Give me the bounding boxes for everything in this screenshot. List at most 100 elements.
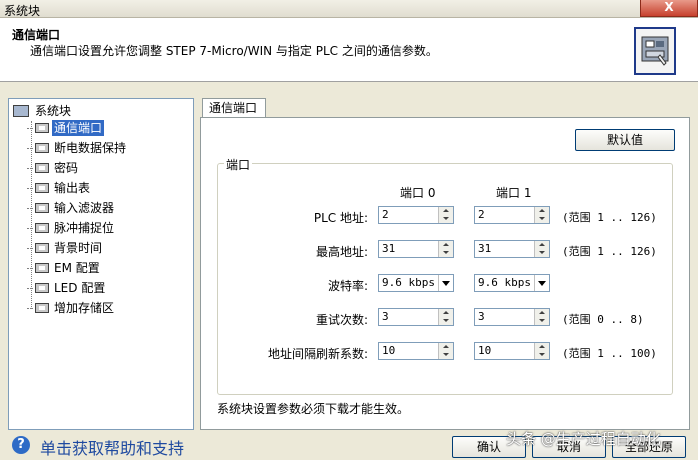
tree-dash bbox=[27, 167, 33, 169]
window-title: 系统块 bbox=[4, 4, 41, 18]
chevron-down-icon[interactable] bbox=[438, 275, 453, 291]
tree-item-label: 输出表 bbox=[54, 181, 91, 195]
tree-item-comm-port[interactable]: 通信端口 bbox=[27, 119, 105, 137]
tree-dash bbox=[27, 207, 33, 209]
tree-item-label: 脉冲捕捉位 bbox=[54, 221, 115, 235]
spin-arrows-icon[interactable] bbox=[534, 207, 549, 223]
port1-retry-count-value: 3 bbox=[478, 310, 485, 323]
port0-plc-address-value: 2 bbox=[382, 208, 389, 221]
port0-baud-rate-select[interactable]: 9.6 kbps bbox=[378, 274, 454, 292]
label-plc-address: PLC 地址: bbox=[313, 211, 368, 225]
tree-item-label: EM 配置 bbox=[54, 261, 100, 275]
tree-item-label: 密码 bbox=[54, 161, 79, 175]
range-retry-count: (范围 0 .. 8) bbox=[562, 313, 644, 326]
range-highest-address: (范围 1 .. 126) bbox=[562, 245, 657, 258]
port1-baud-rate-select[interactable]: 9.6 kbps bbox=[474, 274, 550, 292]
header-description: 通信端口设置允许您调整 STEP 7-Micro/WIN 与指定 PLC 之间的… bbox=[30, 44, 438, 58]
block-icon bbox=[35, 263, 49, 273]
port0-highest-address-stepper[interactable]: 31 bbox=[378, 240, 454, 258]
port1-highest-address-value: 31 bbox=[478, 242, 492, 255]
port0-plc-address-stepper[interactable]: 2 bbox=[378, 206, 454, 224]
port-group: 端口 端口 0 端口 1 PLC 地址: 2 2 (范围 1 .. 126) 最… bbox=[217, 156, 673, 395]
spin-arrows-icon[interactable] bbox=[438, 343, 453, 359]
tree-dash bbox=[27, 227, 33, 229]
tree-item-led-config[interactable]: LED 配置 bbox=[27, 279, 107, 297]
tree-dash bbox=[27, 127, 33, 129]
port1-highest-address-stepper[interactable]: 31 bbox=[474, 240, 550, 258]
port1-plc-address-value: 2 bbox=[478, 208, 485, 221]
system-block-tree[interactable]: 系统块 通信端口 断电数据保持 密码 输出表 输入滤波器 脉冲捕捉位 背景时间 bbox=[8, 98, 194, 430]
download-note: 系统块设置参数必须下载才能生效。 bbox=[217, 402, 410, 416]
title-bar: 系统块 X bbox=[0, 0, 698, 18]
help-link[interactable]: 单击获取帮助和支持 bbox=[40, 435, 184, 459]
tree-item-label: 输入滤波器 bbox=[54, 201, 115, 215]
spin-arrows-icon[interactable] bbox=[534, 241, 549, 257]
port0-gap-update-value: 10 bbox=[382, 344, 396, 357]
tree-item-label: 通信端口 bbox=[52, 120, 105, 136]
port0-baud-rate-value: 9.6 kbps bbox=[382, 276, 435, 289]
tab-body: 默认值 端口 端口 0 端口 1 PLC 地址: 2 2 (范围 1 .. 12… bbox=[200, 117, 690, 430]
block-icon bbox=[35, 123, 49, 133]
spin-arrows-icon[interactable] bbox=[438, 309, 453, 325]
tree-dash bbox=[27, 247, 33, 249]
col-header-port1: 端口 1 bbox=[496, 186, 532, 200]
tree-item-background-time[interactable]: 背景时间 bbox=[27, 239, 104, 257]
port1-plc-address-stepper[interactable]: 2 bbox=[474, 206, 550, 224]
tree-item-em-config[interactable]: EM 配置 bbox=[27, 259, 102, 277]
tree-dash bbox=[27, 267, 33, 269]
label-retry-count: 重试次数: bbox=[315, 313, 368, 327]
port0-gap-update-stepper[interactable]: 10 bbox=[378, 342, 454, 360]
spin-arrows-icon[interactable] bbox=[438, 207, 453, 223]
block-icon bbox=[35, 183, 49, 193]
range-plc-address: (范围 1 .. 126) bbox=[562, 211, 657, 224]
plc-comm-icon bbox=[634, 27, 676, 75]
port0-highest-address-value: 31 bbox=[382, 242, 396, 255]
label-baud-rate: 波特率: bbox=[327, 279, 368, 293]
tree-item-label: 断电数据保持 bbox=[54, 141, 127, 155]
spin-arrows-icon[interactable] bbox=[534, 309, 549, 325]
chevron-down-icon[interactable] bbox=[534, 275, 549, 291]
watermark-text: 头条 @生产过程自动化 bbox=[506, 430, 661, 448]
tree-item-input-filter[interactable]: 输入滤波器 bbox=[27, 199, 116, 217]
tree-root-label: 系统块 bbox=[35, 104, 72, 118]
system-block-icon bbox=[13, 105, 29, 117]
close-button[interactable]: X bbox=[640, 0, 698, 17]
content-panel: 通信端口 默认值 端口 端口 0 端口 1 PLC 地址: 2 2 (范围 1 … bbox=[200, 98, 690, 430]
tree-item-label: 增加存储区 bbox=[54, 301, 115, 315]
block-icon bbox=[35, 223, 49, 233]
tree-item-pulse-catch[interactable]: 脉冲捕捉位 bbox=[27, 219, 116, 237]
port1-retry-count-stepper[interactable]: 3 bbox=[474, 308, 550, 326]
header-panel: 通信端口 通信端口设置允许您调整 STEP 7-Micro/WIN 与指定 PL… bbox=[0, 18, 698, 82]
col-header-port0: 端口 0 bbox=[400, 186, 436, 200]
help-icon[interactable]: ? bbox=[12, 436, 30, 454]
tree-item-label: LED 配置 bbox=[54, 281, 106, 295]
port1-gap-update-value: 10 bbox=[478, 344, 492, 357]
tree-item-memory-area[interactable]: 增加存储区 bbox=[27, 299, 116, 317]
default-button[interactable]: 默认值 bbox=[575, 129, 675, 151]
spin-arrows-icon[interactable] bbox=[438, 241, 453, 257]
block-icon bbox=[35, 203, 49, 213]
tree-root[interactable]: 系统块 bbox=[13, 103, 73, 119]
block-icon bbox=[35, 163, 49, 173]
port0-retry-count-value: 3 bbox=[382, 310, 389, 323]
tree-dash bbox=[27, 307, 33, 309]
tree-item-label: 背景时间 bbox=[54, 241, 103, 255]
port-group-title: 端口 bbox=[224, 156, 253, 173]
range-gap-update-factor: (范围 1 .. 100) bbox=[562, 347, 657, 360]
tab-comm-port[interactable]: 通信端口 bbox=[202, 98, 266, 118]
tree-dash bbox=[27, 187, 33, 189]
label-highest-address: 最高地址: bbox=[315, 245, 368, 259]
port1-baud-rate-value: 9.6 kbps bbox=[478, 276, 531, 289]
block-icon bbox=[35, 303, 49, 313]
label-gap-update-factor: 地址间隔刷新系数: bbox=[267, 347, 368, 361]
block-icon bbox=[35, 143, 49, 153]
port0-retry-count-stepper[interactable]: 3 bbox=[378, 308, 454, 326]
tree-item-password[interactable]: 密码 bbox=[27, 159, 80, 177]
header-title: 通信端口 bbox=[12, 28, 61, 42]
tree-dash bbox=[27, 147, 33, 149]
block-icon bbox=[35, 283, 49, 293]
spin-arrows-icon[interactable] bbox=[534, 343, 549, 359]
port1-gap-update-stepper[interactable]: 10 bbox=[474, 342, 550, 360]
tree-item-output-table[interactable]: 输出表 bbox=[27, 179, 92, 197]
tree-item-retentive[interactable]: 断电数据保持 bbox=[27, 139, 128, 157]
